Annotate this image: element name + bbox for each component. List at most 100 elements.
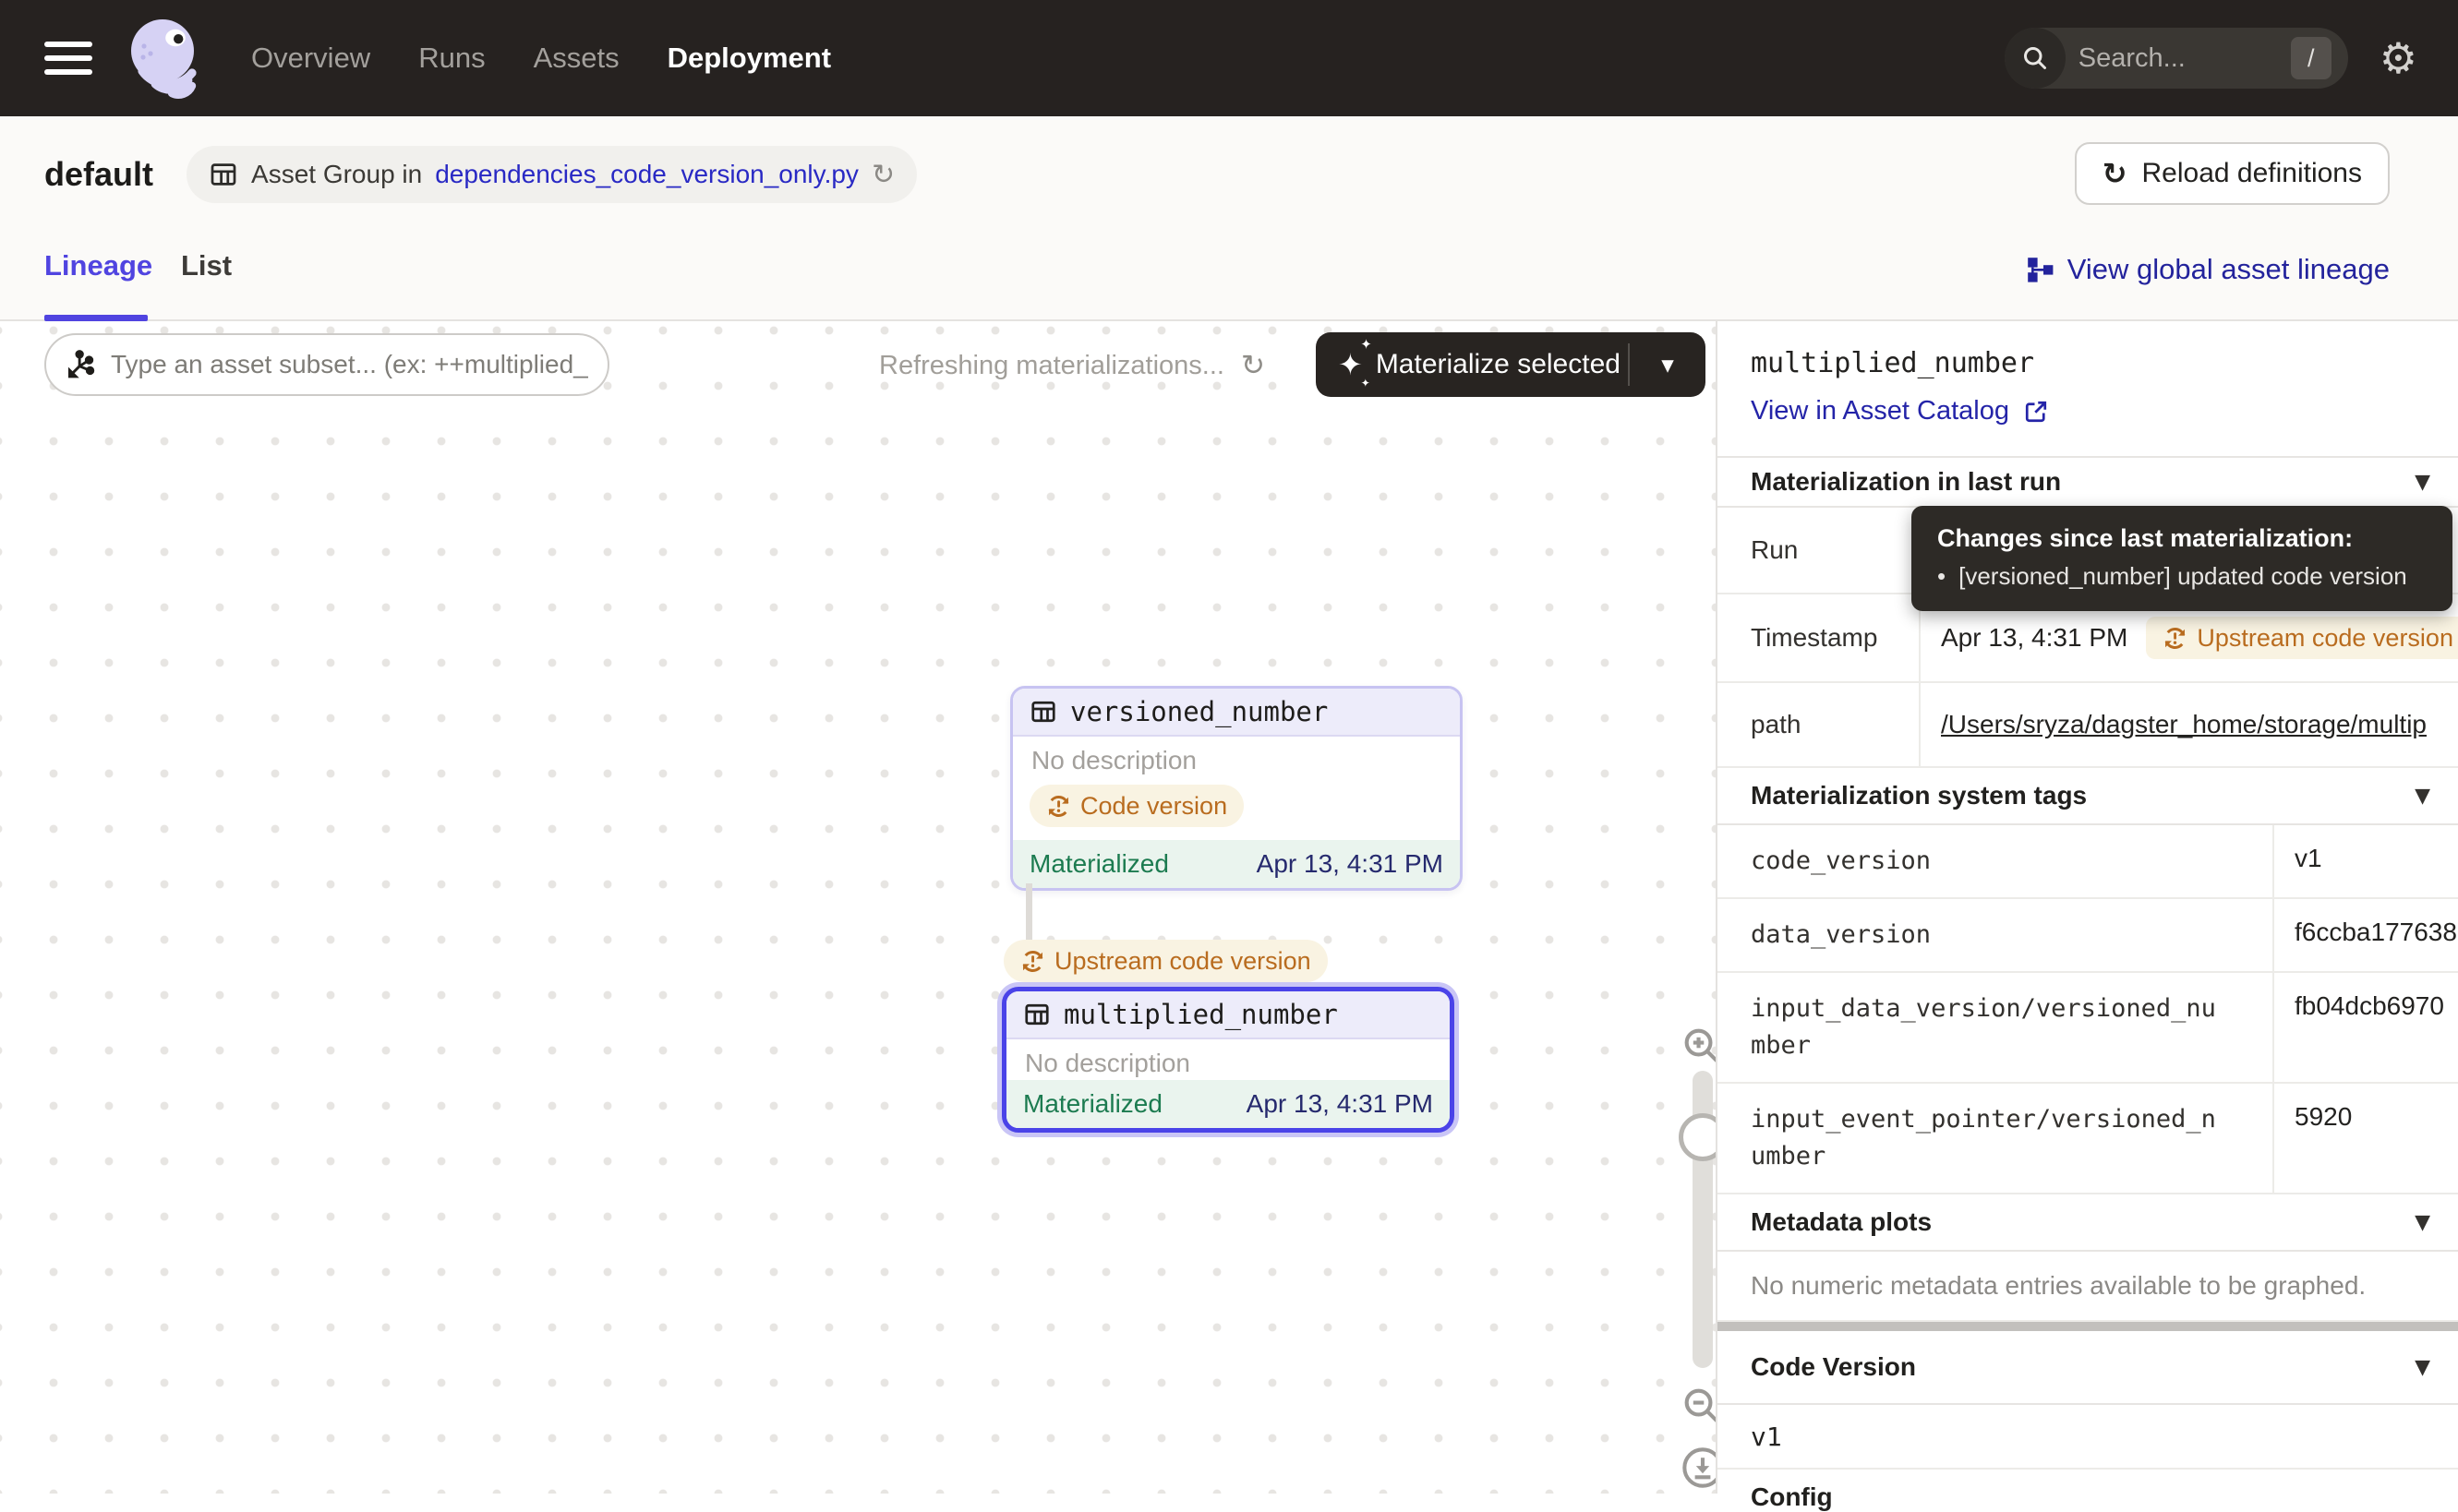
nav-item-deployment[interactable]: Deployment: [668, 42, 831, 75]
materialize-main[interactable]: ✦✦✦ Materialize selected: [1316, 347, 1628, 382]
chevron-down-icon[interactable]: ▼: [2415, 1356, 2430, 1379]
lineage-edge: [1026, 883, 1032, 942]
sidebar-asset-name: multiplied_number: [1751, 347, 2458, 379]
refreshing-label: Refreshing materializations...: [879, 351, 1224, 381]
zoom-out-icon[interactable]: [1681, 1385, 1716, 1427]
nav-item-runs[interactable]: Runs: [418, 42, 485, 75]
refresh-materializations-icon[interactable]: ↻: [1241, 349, 1265, 382]
zoom-slider-knob[interactable]: [1679, 1113, 1716, 1161]
sidebar-asset-header: multiplied_number View in Asset Catalog: [1717, 321, 2458, 458]
nav-menu: Overview Runs Assets Deployment: [251, 42, 831, 75]
upstream-code-version-label: Upstream code version: [1054, 947, 1311, 976]
view-in-asset-catalog-label: View in Asset Catalog: [1751, 396, 2009, 426]
materialization-time[interactable]: Apr 13, 4:31 PM: [1247, 1089, 1433, 1119]
code-version-tag[interactable]: Code version: [1030, 785, 1244, 827]
asset-description: No description: [1006, 1039, 1450, 1080]
search-shortcut-badge: /: [2291, 37, 2331, 79]
tooltip-title: Changes since last materialization:: [1937, 524, 2427, 553]
section-heading: Code Version: [1751, 1352, 1916, 1382]
asset-node-multiplied-number[interactable]: multiplied_number No description Materia…: [1002, 987, 1454, 1133]
dagster-logo-icon[interactable]: [122, 14, 211, 102]
search-icon: [2005, 28, 2066, 89]
asset-group-icon: [209, 160, 238, 189]
section-config[interactable]: Config: [1717, 1470, 2458, 1512]
section-materialization-last-run[interactable]: Materialization in last run ▼: [1717, 458, 2458, 508]
row-path: path /Users/sryza/dagster_home/storage/m…: [1717, 683, 2458, 768]
asset-subset-filter[interactable]: [44, 333, 609, 396]
asset-group-label: Asset Group in: [251, 160, 422, 189]
nav-item-assets[interactable]: Assets: [534, 42, 620, 75]
row-path-label: path: [1717, 683, 1921, 766]
view-in-asset-catalog-link[interactable]: View in Asset Catalog: [1751, 396, 2050, 426]
section-system-tags[interactable]: Materialization system tags ▼: [1717, 768, 2458, 825]
active-tab-underline: [44, 315, 148, 321]
asset-subset-input[interactable]: [111, 350, 589, 379]
sparkles-icon: ✦✦✦: [1338, 347, 1363, 382]
section-heading: Materialization system tags: [1751, 781, 2087, 810]
chevron-down-icon[interactable]: ▼: [2415, 471, 2430, 494]
row-code-version: code_version v1: [1717, 825, 2458, 899]
asset-description: No description: [1013, 737, 1460, 777]
reload-definitions-label: Reload definitions: [2142, 158, 2363, 189]
chevron-down-icon[interactable]: ▼: [2415, 1211, 2430, 1234]
section-metadata-plots[interactable]: Metadata plots ▼: [1717, 1194, 2458, 1252]
asset-group-file-link[interactable]: dependencies_code_version_only.py: [435, 160, 859, 189]
reload-definitions-button[interactable]: ↻ Reload definitions: [2075, 142, 2390, 205]
menu-icon[interactable]: [44, 33, 92, 83]
asset-node-header: multiplied_number: [1006, 991, 1450, 1039]
table-icon: [1023, 1001, 1051, 1028]
materialize-selected-button[interactable]: ✦✦✦ Materialize selected ▾: [1316, 332, 1705, 397]
global-search[interactable]: /: [2005, 28, 2348, 89]
search-input[interactable]: [2078, 43, 2263, 74]
top-nav: Overview Runs Assets Deployment / ⚙: [0, 0, 2458, 116]
page-header: default Asset Group in dependencies_code…: [0, 116, 2458, 233]
section-heading: Materialization in last run: [1751, 467, 2061, 497]
page-title: default: [44, 155, 153, 194]
upstream-code-version-badge[interactable]: Upstream code version: [1004, 940, 1328, 982]
nav-item-overview[interactable]: Overview: [251, 42, 370, 75]
bullet-icon: •: [1937, 562, 1946, 591]
panel-resize-handle[interactable]: [1717, 1322, 2458, 1331]
status-badge: Materialized: [1023, 1089, 1163, 1119]
path-link[interactable]: /Users/sryza/dagster_home/storage/multip: [1941, 710, 2427, 739]
upstream-code-version-tag[interactable]: Upstream code version: [2146, 617, 2458, 659]
refresh-group-icon[interactable]: ↻: [872, 159, 895, 191]
changes-tooltip: Changes since last materialization: • [v…: [1911, 506, 2452, 611]
row-run-label: Run: [1717, 508, 1921, 593]
status-badge: Materialized: [1030, 849, 1169, 879]
view-tabs: Lineage List View global asset lineage: [0, 233, 2458, 321]
table-icon: [1030, 698, 1057, 726]
lineage-icon: [2025, 255, 2054, 284]
tag-value: 5920: [2274, 1084, 2458, 1193]
tag-key: input_data_version/versioned_number: [1717, 973, 2274, 1082]
asset-graph-canvas[interactable]: Refreshing materializations... ↻ ✦✦✦ Mat…: [0, 321, 1716, 1494]
tag-value: v1: [2274, 825, 2458, 897]
zoom-in-icon[interactable]: [1681, 1025, 1716, 1067]
asset-name: versioned_number: [1070, 696, 1328, 727]
tag-value: fb04dcb6970: [2274, 973, 2458, 1082]
settings-gear-icon[interactable]: ⚙: [2380, 33, 2417, 83]
tag-value: f6ccba177638: [2274, 899, 2458, 971]
upstream-code-version-tag-label: Upstream code version: [2197, 624, 2453, 653]
tag-key: data_version: [1717, 899, 2274, 971]
materialization-time[interactable]: Apr 13, 4:31 PM: [1257, 849, 1443, 879]
section-code-version[interactable]: Code Version ▼: [1717, 1331, 2458, 1405]
row-input-data-version: input_data_version/versioned_number fb04…: [1717, 973, 2458, 1084]
tab-list[interactable]: List: [181, 249, 232, 282]
asset-node-versioned-number[interactable]: versioned_number No description Code ver…: [1010, 686, 1463, 891]
code-version-tag-label: Code version: [1080, 792, 1227, 821]
asset-status-bar: Materialized Apr 13, 4:31 PM: [1013, 840, 1460, 888]
code-version-value: v1: [1717, 1405, 2458, 1470]
view-global-lineage-label: View global asset lineage: [2067, 253, 2390, 286]
timestamp-value: Apr 13, 4:31 PM: [1941, 623, 2127, 653]
tag-key: code_version: [1717, 825, 2274, 897]
code-version-changed-icon: [2163, 626, 2187, 651]
asset-node-header: versioned_number: [1013, 689, 1460, 737]
op-selector-icon: [65, 349, 96, 380]
view-global-lineage-link[interactable]: View global asset lineage: [2025, 253, 2390, 286]
chevron-down-icon[interactable]: ▼: [2415, 785, 2430, 808]
materialize-dropdown-caret[interactable]: ▾: [1628, 343, 1705, 386]
tab-lineage[interactable]: Lineage: [44, 249, 152, 282]
download-image-icon[interactable]: [1681, 1446, 1716, 1490]
row-data-version: data_version f6ccba177638: [1717, 899, 2458, 973]
